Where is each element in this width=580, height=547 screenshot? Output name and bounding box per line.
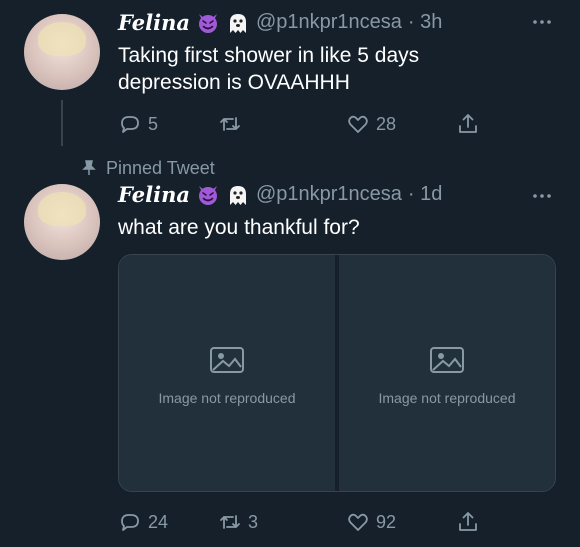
timestamp[interactable]: · 1d: [408, 183, 442, 206]
handle[interactable]: @p1nkpr1ncesa: [256, 11, 402, 34]
share-button[interactable]: [456, 510, 480, 534]
avatar[interactable]: [24, 184, 100, 260]
like-count: 28: [376, 113, 397, 134]
ghost-emoji-icon: [229, 13, 246, 33]
like-button[interactable]: 28: [346, 112, 396, 136]
handle[interactable]: @p1nkpr1ncesa: [256, 183, 402, 206]
action-bar: 24 3 92: [118, 510, 498, 536]
retweet-button[interactable]: 3: [218, 510, 258, 534]
pinned-indicator: Pinned Tweet: [82, 158, 215, 178]
reply-count: 5: [148, 113, 159, 134]
media-placeholder[interactable]: Image not reproduced: [119, 255, 335, 491]
action-bar: 5 28: [118, 112, 498, 138]
retweet-count: 3: [248, 511, 259, 532]
more-icon[interactable]: [530, 12, 554, 32]
smiling-imp-emoji-icon: [198, 13, 217, 33]
tweet-text-line: depression is OVAAHHH: [118, 71, 350, 94]
reply-button[interactable]: 5: [118, 112, 158, 136]
tweet[interactable]: Felina @p1nkpr1ncesa · 3h Taking first s…: [0, 0, 580, 150]
media-placeholder-label: Image not reproduced: [158, 390, 296, 406]
like-count: 92: [376, 511, 397, 532]
retweet-button[interactable]: [218, 112, 248, 136]
reply-count: 24: [148, 511, 169, 532]
media-placeholder-label: Image not reproduced: [378, 390, 516, 406]
share-icon: [459, 114, 477, 133]
image-icon: [210, 347, 244, 373]
pin-icon: [82, 160, 96, 175]
reply-icon: [121, 116, 139, 133]
tweet-header: Felina @p1nkpr1ncesa · 3h: [118, 10, 442, 35]
like-icon: [348, 115, 368, 133]
avatar[interactable]: [24, 14, 100, 90]
thread-line: [61, 100, 63, 146]
smiling-imp-emoji-icon: [198, 185, 217, 205]
display-name[interactable]: Felina: [118, 182, 190, 207]
retweet-icon: [220, 515, 240, 529]
pinned-label: Pinned Tweet: [106, 157, 215, 178]
retweet-icon: [220, 117, 240, 131]
like-button[interactable]: 92: [346, 510, 396, 534]
more-icon[interactable]: [530, 186, 554, 206]
like-icon: [348, 513, 368, 531]
tweet[interactable]: Pinned Tweet Felina @p1nkpr1ncesa · 1d w…: [0, 150, 580, 547]
display-name[interactable]: Felina: [118, 10, 190, 35]
media-grid: Image not reproduced Image not reproduce…: [118, 254, 556, 492]
reply-icon: [121, 514, 139, 531]
tweet-text-line: Taking first shower in like 5 days: [118, 44, 420, 67]
ghost-emoji-icon: [229, 185, 246, 205]
media-placeholder[interactable]: Image not reproduced: [339, 255, 555, 491]
tweet-header: Felina @p1nkpr1ncesa · 1d: [118, 182, 442, 207]
reply-button[interactable]: 24: [118, 510, 168, 534]
share-button[interactable]: [456, 112, 480, 136]
tweet-text: what are you thankful for?: [118, 216, 360, 239]
image-icon: [430, 347, 464, 373]
share-icon: [459, 512, 477, 531]
tweet-text: Taking first shower in like 5 days depre…: [118, 42, 558, 96]
timestamp[interactable]: · 3h: [408, 11, 442, 34]
